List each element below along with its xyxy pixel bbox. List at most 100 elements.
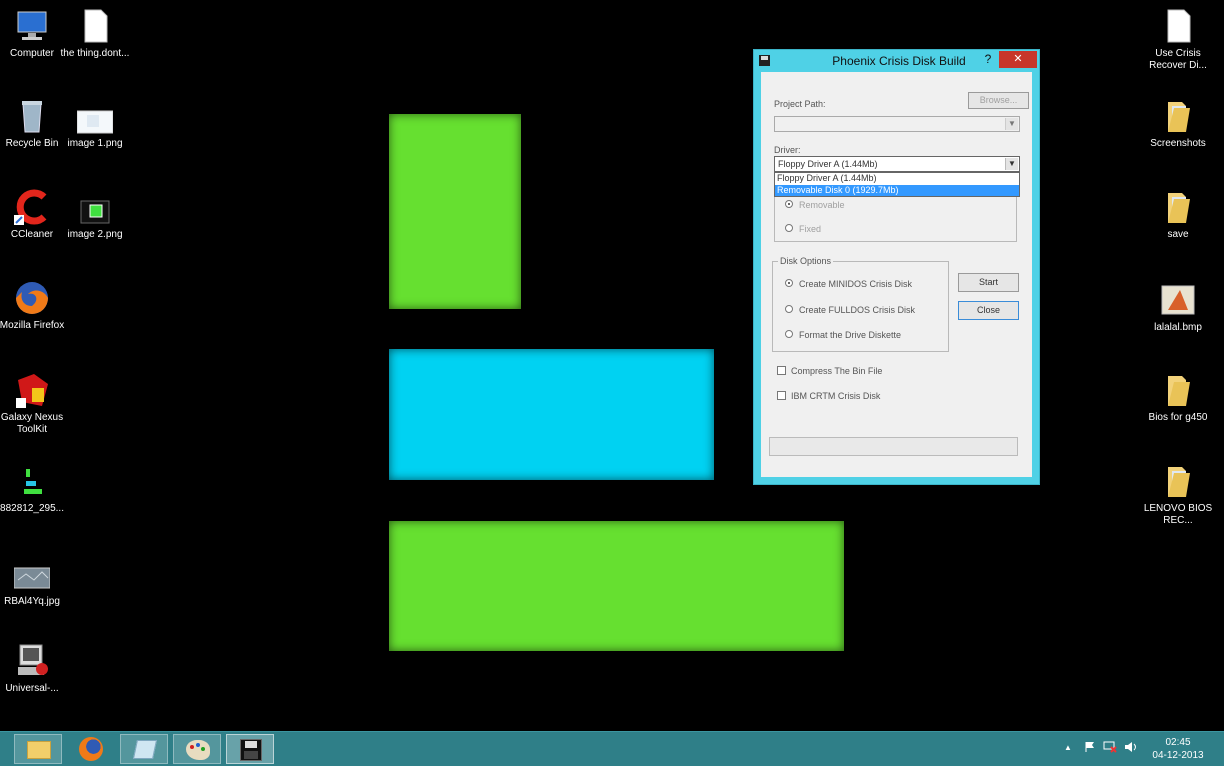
- fixed-label: Fixed: [799, 224, 822, 234]
- toolkit-icon: [14, 372, 50, 408]
- wallpaper-cyan-block: [389, 349, 714, 480]
- browse-button[interactable]: Browse...: [968, 92, 1029, 109]
- driver-select-value: Floppy Driver A (1.44Mb): [778, 159, 878, 169]
- desktop-icon-ccleaner[interactable]: CCleaner: [0, 189, 67, 241]
- folder-icon: [1160, 189, 1196, 225]
- desktop-icon-universal[interactable]: Universal-...: [0, 643, 67, 695]
- network-icon[interactable]: [1103, 741, 1117, 756]
- format-radio[interactable]: [785, 330, 793, 338]
- wallpaper-green-block-top: [389, 114, 521, 309]
- minidos-label: Create MINIDOS Crisis Disk: [799, 279, 913, 289]
- taskbar-phoenix-crisis-disk[interactable]: [226, 734, 274, 764]
- close-button[interactable]: Close: [958, 301, 1019, 320]
- taskbar-notebook[interactable]: [120, 734, 168, 764]
- floppy-disk-icon: [240, 739, 262, 761]
- wallpaper-green-block-bottom: [389, 521, 844, 651]
- project-path-select[interactable]: ▼: [774, 116, 1020, 132]
- chevron-down-icon: ▼: [1005, 118, 1018, 130]
- desktop-icon-recycle-bin[interactable]: Recycle Bin: [0, 98, 67, 150]
- folder-icon: [1160, 463, 1196, 499]
- image-file-icon: [13, 556, 51, 592]
- dialog-body: Project Path: Browse... ▼ Driver: Floppy…: [761, 72, 1032, 477]
- desktop-icon-882812[interactable]: 882812_295...: [0, 463, 67, 515]
- desktop-icon-firefox[interactable]: Mozilla Firefox: [0, 280, 67, 332]
- removable-radio[interactable]: [785, 200, 793, 208]
- desktop-icon-label: Mozilla Firefox: [0, 320, 65, 331]
- fulldos-label: Create FULLDOS Crisis Disk: [799, 305, 916, 315]
- driver-option[interactable]: Floppy Driver A (1.44Mb): [775, 173, 1019, 184]
- firefox-icon: [79, 737, 103, 761]
- chart-file-icon: [14, 463, 50, 499]
- desktop-icon-label: Bios for g450: [1148, 412, 1208, 423]
- format-label: Format the Drive Diskette: [799, 330, 902, 340]
- taskbar-firefox[interactable]: [67, 734, 115, 764]
- paint-icon: [186, 740, 210, 760]
- folder-icon: [1160, 98, 1196, 134]
- taskbar: ▲ 02:45 04-12-2013: [0, 731, 1224, 766]
- desktop-icon-label: LENOVO BIOS REC...: [1143, 503, 1213, 526]
- fulldos-radio[interactable]: [785, 305, 793, 313]
- phoenix-crisis-disk-dialog: Phoenix Crisis Disk Build ? ✕ Project Pa…: [753, 49, 1040, 485]
- desktop-icon-rbal4yq[interactable]: RBAl4Yq.jpg: [0, 556, 67, 608]
- image-file-icon: [76, 98, 114, 134]
- desktop-icon-label: the thing.dont...: [60, 48, 130, 59]
- image-file-icon: [1160, 282, 1196, 318]
- desktop-icon-use-crisis-recover[interactable]: Use Crisis Recover Di...: [1143, 8, 1213, 72]
- show-hidden-icons-icon[interactable]: ▲: [1064, 743, 1072, 752]
- desktop-icon-galaxy-nexus[interactable]: Galaxy Nexus ToolKit: [0, 372, 67, 436]
- close-window-button[interactable]: ✕: [999, 51, 1037, 68]
- taskbar-file-explorer[interactable]: [14, 734, 62, 764]
- desktop-icon-label: image 1.png: [67, 138, 123, 149]
- notebook-icon: [132, 740, 158, 759]
- title-bar[interactable]: Phoenix Crisis Disk Build ? ✕: [754, 50, 1039, 72]
- compress-label: Compress The Bin File: [791, 366, 883, 376]
- desktop-icon-image-2[interactable]: image 2.png: [60, 189, 130, 241]
- taskbar-paint[interactable]: [173, 734, 221, 764]
- window-title: Phoenix Crisis Disk Build: [832, 54, 966, 68]
- action-center-flag-icon[interactable]: [1084, 741, 1096, 756]
- desktop-icon-label: 882812_295...: [0, 503, 64, 514]
- desktop-icon-label: save: [1167, 229, 1189, 240]
- driver-dropdown-list: Floppy Driver A (1.44Mb) Removable Disk …: [774, 172, 1020, 197]
- ibm-crtm-label: IBM CRTM Crisis Disk: [791, 391, 881, 401]
- recycle-bin-icon: [14, 98, 50, 134]
- clock-date[interactable]: 04-12-2013: [1150, 750, 1206, 761]
- desktop-icon-label: Galaxy Nexus ToolKit: [0, 412, 64, 435]
- file-explorer-icon: [27, 741, 51, 759]
- removable-label: Removable: [799, 200, 845, 210]
- progress-bar: [769, 437, 1018, 456]
- desktop-icon-label: Computer: [10, 48, 54, 59]
- desktop-icon-label: image 2.png: [67, 229, 123, 240]
- desktop-icon-image-1[interactable]: image 1.png: [60, 98, 130, 150]
- ibm-crtm-checkbox[interactable]: [777, 391, 786, 400]
- floppy-disk-icon: [759, 55, 770, 66]
- desktop-icon-label: Universal-...: [5, 683, 59, 694]
- desktop-icon-label: RBAl4Yq.jpg: [4, 596, 60, 607]
- desktop-icon-label: Recycle Bin: [5, 138, 59, 149]
- desktop-icon-label: lalalal.bmp: [1154, 322, 1202, 333]
- desktop-icon-bios-g450[interactable]: Bios for g450: [1143, 372, 1213, 424]
- desktop-icon-screenshots[interactable]: Screenshots: [1143, 98, 1213, 150]
- compress-checkbox[interactable]: [777, 366, 786, 375]
- desktop-icon-computer[interactable]: Computer: [0, 8, 67, 60]
- start-button[interactable]: Start: [958, 273, 1019, 292]
- desktop-icon-label: Use Crisis Recover Di...: [1149, 48, 1207, 71]
- disk-options-legend: Disk Options: [778, 256, 834, 266]
- universal-installer-icon: [14, 643, 50, 679]
- firefox-icon: [14, 280, 50, 316]
- help-button[interactable]: ?: [979, 52, 997, 68]
- fixed-radio[interactable]: [785, 224, 793, 232]
- ccleaner-icon: [14, 189, 50, 225]
- desktop-icon-save[interactable]: save: [1143, 189, 1213, 241]
- desktop-icon-the-thing[interactable]: the thing.dont...: [60, 8, 130, 60]
- minidos-radio[interactable]: [785, 279, 793, 287]
- desktop-icon-label: Screenshots: [1150, 138, 1206, 149]
- document-icon: [77, 8, 113, 44]
- computer-icon: [14, 8, 50, 44]
- driver-select[interactable]: Floppy Driver A (1.44Mb) ▼: [774, 156, 1020, 172]
- desktop-icon-lalalal[interactable]: lalalal.bmp: [1143, 282, 1213, 334]
- clock-time[interactable]: 02:45: [1158, 737, 1198, 748]
- volume-icon[interactable]: [1124, 741, 1138, 756]
- desktop-icon-lenovo-bios[interactable]: LENOVO BIOS REC...: [1143, 463, 1213, 527]
- driver-option-selected[interactable]: Removable Disk 0 (1929.7Mb): [775, 185, 1019, 196]
